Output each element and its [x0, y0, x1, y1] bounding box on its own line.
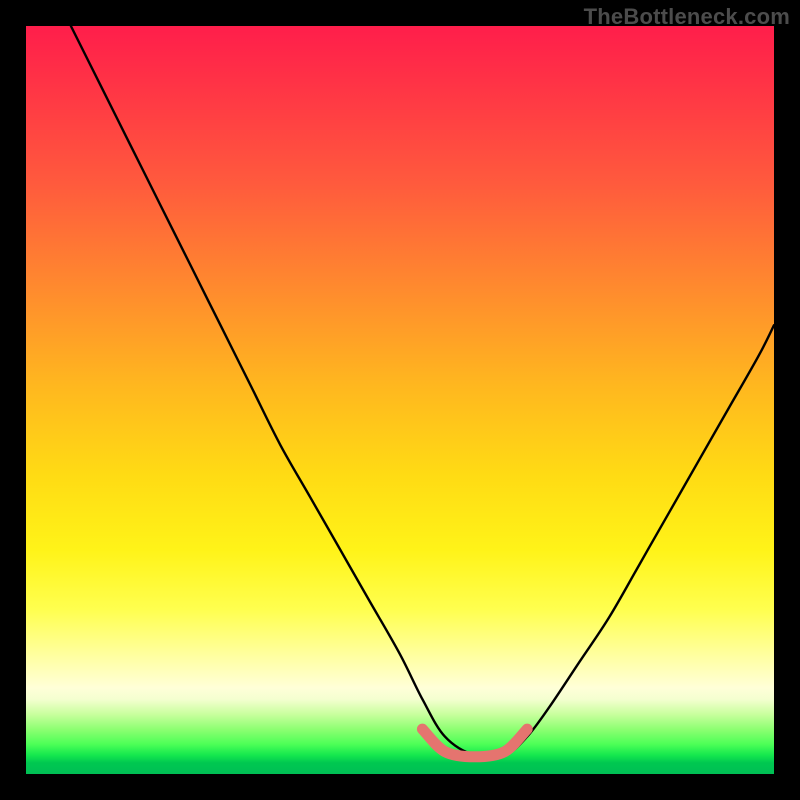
chart-frame: TheBottleneck.com	[0, 0, 800, 800]
trough-highlight	[422, 729, 527, 757]
bottleneck-curve	[71, 26, 774, 758]
watermark-text: TheBottleneck.com	[584, 4, 790, 30]
curve-layer	[26, 26, 774, 774]
plot-area	[26, 26, 774, 774]
